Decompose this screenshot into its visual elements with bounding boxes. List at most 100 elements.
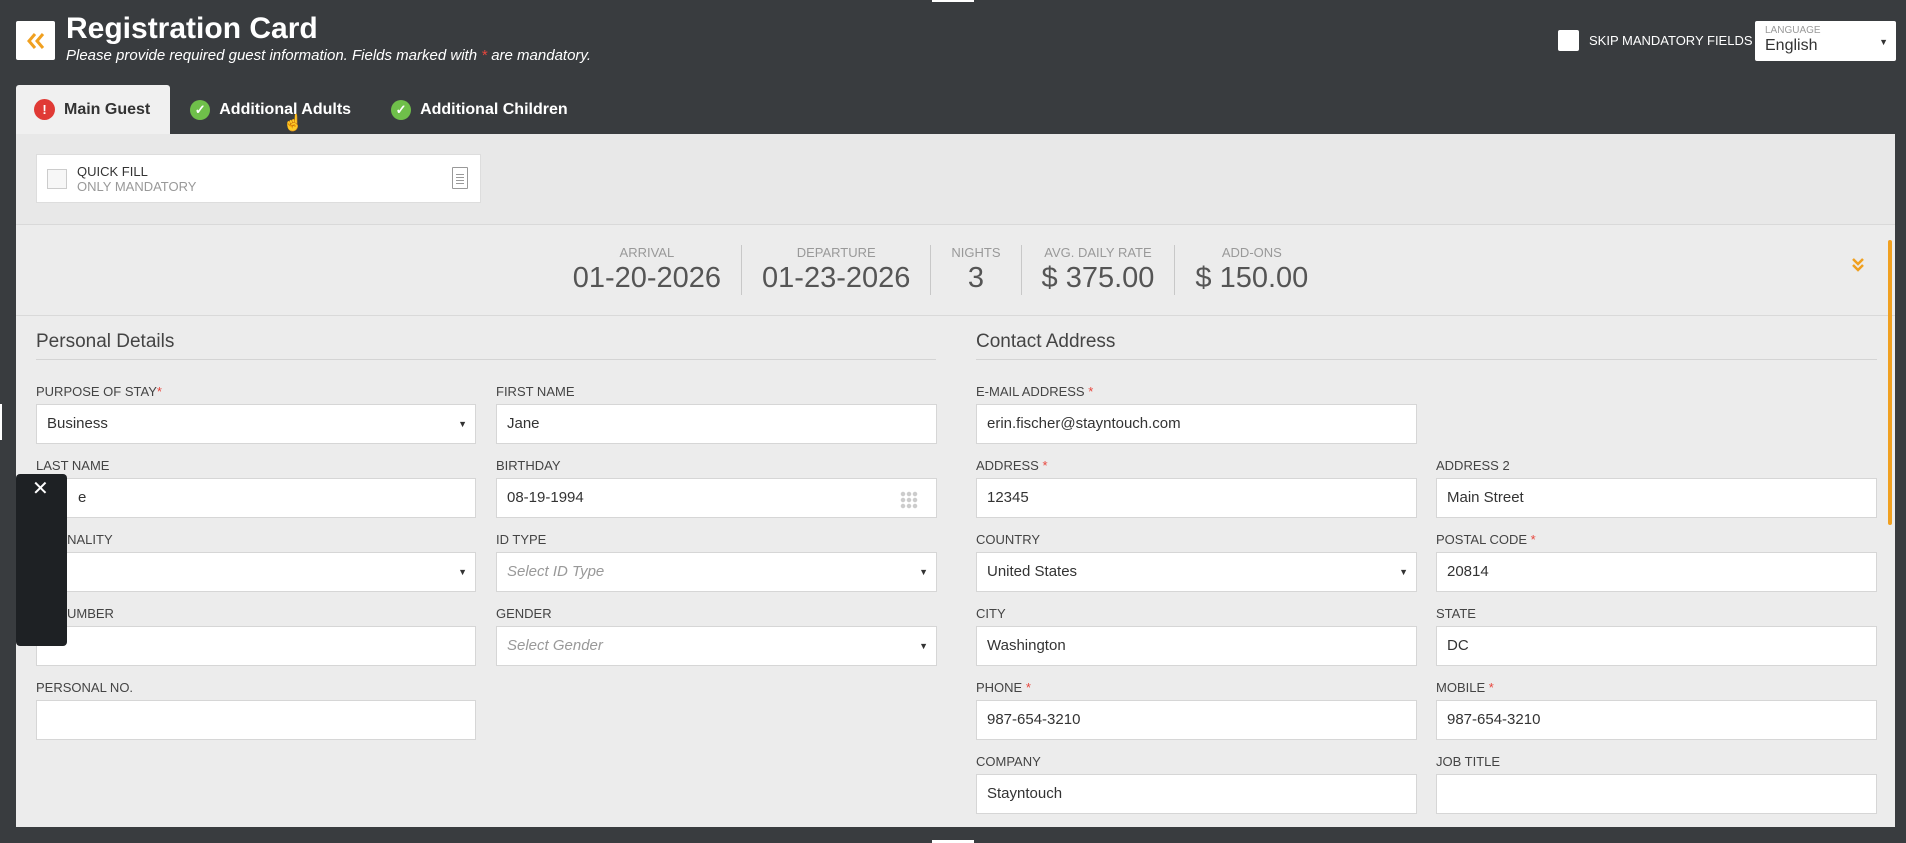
required-marker: * bbox=[1530, 532, 1536, 547]
label-text: MOBILE bbox=[1436, 680, 1486, 695]
job-title-label: JOB TITLE bbox=[1436, 754, 1501, 769]
tab-label: Main Guest bbox=[64, 100, 151, 118]
birthday-value: 08-19-1994 bbox=[507, 489, 584, 506]
addons-summary: ADD-ONS $ 150.00 bbox=[1174, 245, 1328, 295]
addons-value: $ 150.00 bbox=[1195, 262, 1309, 294]
tab-additional-adults[interactable]: ✓ Additional Adults bbox=[170, 85, 371, 134]
id-type-placeholder: Select ID Type bbox=[507, 563, 605, 580]
label-text: ADDRESS bbox=[976, 458, 1039, 473]
email-input[interactable]: erin.fischer@stayntouch.com bbox=[976, 404, 1417, 444]
label-text: PHONE bbox=[976, 680, 1023, 695]
contact-address-title: Contact Address bbox=[976, 331, 1116, 352]
skip-mandatory-checkbox[interactable] bbox=[1558, 30, 1579, 51]
quick-fill-text: QUICK FILL ONLY MANDATORY bbox=[77, 164, 196, 194]
caret-down-icon: ▼ bbox=[919, 567, 928, 577]
country-value: United States bbox=[987, 563, 1078, 580]
city-label: CITY bbox=[976, 606, 1006, 621]
caret-down-icon: ▼ bbox=[458, 567, 467, 577]
quick-fill-subtitle: ONLY MANDATORY bbox=[77, 178, 197, 194]
city-input[interactable]: Washington bbox=[976, 626, 1417, 666]
close-icon[interactable]: ✕ bbox=[32, 476, 49, 501]
country-select[interactable]: United States ▼ bbox=[976, 552, 1417, 592]
addons-label: ADD-ONS bbox=[1221, 245, 1282, 260]
id-number-input[interactable] bbox=[36, 626, 476, 666]
state-input[interactable]: DC bbox=[1436, 626, 1877, 666]
document-icon[interactable] bbox=[452, 167, 468, 189]
back-button[interactable] bbox=[16, 21, 55, 60]
birthday-input[interactable]: 08-19-1994 bbox=[496, 478, 937, 518]
check-icon: ✓ bbox=[391, 99, 412, 120]
rate-value: $ 375.00 bbox=[1041, 262, 1155, 294]
language-label: LANGUAGE bbox=[1765, 25, 1821, 36]
purpose-select[interactable]: Business ▼ bbox=[36, 404, 476, 444]
id-number-label: UMBER bbox=[67, 606, 114, 621]
scrollbar[interactable] bbox=[1888, 240, 1892, 525]
quick-fill-checkbox[interactable] bbox=[47, 168, 67, 189]
job-title-input[interactable] bbox=[1436, 774, 1877, 814]
calendar-icon[interactable] bbox=[900, 491, 918, 509]
quick-fill-title: QUICK FILL bbox=[77, 163, 148, 179]
required-marker: * bbox=[1088, 384, 1094, 399]
phone-input[interactable]: 987-654-3210 bbox=[976, 700, 1417, 740]
language-select[interactable]: LANGUAGE English ▼ bbox=[1755, 21, 1896, 61]
company-label: COMPANY bbox=[976, 754, 1041, 769]
address2-input[interactable]: Main Street bbox=[1436, 478, 1877, 518]
subtitle-text-end: are mandatory. bbox=[487, 47, 591, 64]
page-subtitle: Please provide required guest informatio… bbox=[66, 47, 591, 64]
caret-down-icon: ▼ bbox=[1399, 567, 1408, 577]
quick-fill-area: QUICK FILL ONLY MANDATORY bbox=[16, 134, 1895, 225]
company-input[interactable]: Stayntouch bbox=[976, 774, 1417, 814]
arrival-summary: ARRIVAL 01-20-2026 bbox=[553, 245, 741, 295]
hand-cursor-icon: ☝ bbox=[283, 115, 303, 132]
gender-select[interactable]: Select Gender ▼ bbox=[496, 626, 937, 666]
purpose-label: PURPOSE OF STAY* bbox=[36, 384, 162, 399]
subtitle-text: Please provide required guest informatio… bbox=[66, 47, 482, 64]
double-chevron-left-icon bbox=[26, 32, 44, 49]
departure-label: DEPARTURE bbox=[796, 245, 876, 260]
quick-fill-toggle[interactable]: QUICK FILL ONLY MANDATORY bbox=[36, 154, 481, 203]
window-top-handle bbox=[932, 0, 974, 2]
personal-details-title: Personal Details bbox=[36, 331, 175, 352]
expand-icon bbox=[1852, 258, 1864, 272]
required-marker: * bbox=[1042, 458, 1048, 473]
language-value: English bbox=[1765, 37, 1818, 54]
tab-label: Additional Children bbox=[420, 100, 568, 118]
arrival-value: 01-20-2026 bbox=[572, 262, 722, 294]
caret-down-icon: ▼ bbox=[919, 641, 928, 651]
departure-value: 01-23-2026 bbox=[762, 262, 911, 294]
address-input[interactable]: 12345 bbox=[976, 478, 1417, 518]
check-icon: ✓ bbox=[190, 99, 211, 120]
skip-mandatory-toggle[interactable]: SKIP MANDATORY FIELDS bbox=[1558, 30, 1753, 51]
double-chevron-down-icon[interactable] bbox=[1851, 257, 1865, 278]
section-divider bbox=[36, 359, 936, 360]
last-name-label: LAST NAME bbox=[36, 458, 110, 473]
first-name-input[interactable]: Jane bbox=[496, 404, 937, 444]
postal-code-input[interactable]: 20814 bbox=[1436, 552, 1877, 592]
purpose-value: Business bbox=[47, 415, 108, 432]
required-marker: * bbox=[156, 384, 162, 399]
required-marker: * bbox=[1488, 680, 1494, 695]
last-name-input[interactable]: e bbox=[36, 478, 476, 518]
address-label: ADDRESS * bbox=[976, 458, 1048, 473]
tab-additional-children[interactable]: ✓ Additional Children bbox=[371, 85, 588, 134]
page-title: Registration Card bbox=[66, 12, 318, 45]
state-label: STATE bbox=[1436, 606, 1476, 621]
mobile-label: MOBILE * bbox=[1436, 680, 1494, 695]
rate-summary: AVG. DAILY RATE $ 375.00 bbox=[1020, 245, 1175, 295]
tab-main-guest[interactable]: ! Main Guest bbox=[16, 85, 171, 134]
gender-placeholder: Select Gender bbox=[507, 637, 603, 654]
personal-no-label: PERSONAL NO. bbox=[36, 680, 134, 695]
first-name-label: FIRST NAME bbox=[496, 384, 575, 399]
floating-panel: ✕ bbox=[16, 474, 67, 646]
gender-label: GENDER bbox=[496, 606, 552, 621]
id-type-select[interactable]: Select ID Type ▼ bbox=[496, 552, 937, 592]
postal-code-label: POSTAL CODE * bbox=[1436, 532, 1536, 547]
country-label: COUNTRY bbox=[976, 532, 1041, 547]
nights-summary: NIGHTS 3 bbox=[930, 245, 1020, 295]
mobile-input[interactable]: 987-654-3210 bbox=[1436, 700, 1877, 740]
phone-label: PHONE * bbox=[976, 680, 1031, 695]
nationality-select[interactable]: ▼ bbox=[36, 552, 476, 592]
departure-summary: DEPARTURE 01-23-2026 bbox=[741, 245, 930, 295]
nights-label: NIGHTS bbox=[951, 245, 1001, 260]
personal-no-input[interactable] bbox=[36, 700, 476, 740]
